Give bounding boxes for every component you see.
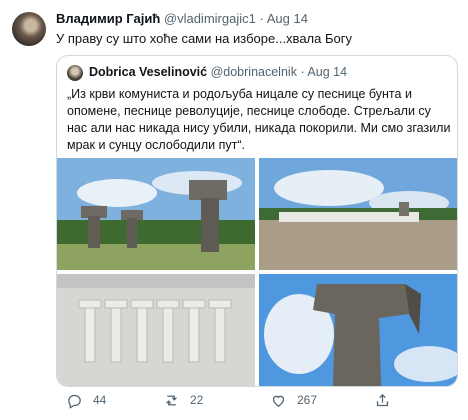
photo-monument-closeup[interactable] [259, 274, 457, 386]
tweet-header: Владимир Гајић @vladimirgajic1 · Aug 14 [56, 11, 308, 26]
like-icon [272, 395, 285, 407]
header-separator: · [259, 11, 264, 26]
tweet-text: У праву су што хоће сами на изборе...хва… [56, 31, 352, 46]
retweet-button[interactable]: 22 [163, 392, 203, 409]
reply-icon [68, 394, 81, 409]
tweet-date[interactable]: Aug 14 [267, 11, 308, 26]
like-button[interactable]: 267 [270, 392, 317, 409]
quoted-tweet[interactable]: Dobrica Veselinović @dobrinacelnik · Aug… [56, 55, 458, 387]
author-name[interactable]: Владимир Гајић [56, 11, 160, 26]
quoted-author-avatar [67, 65, 83, 81]
quoted-tweet-header: Dobrica Veselinović @dobrinacelnik · Aug… [89, 65, 347, 79]
like-count: 267 [297, 393, 318, 407]
quoted-author-handle: @dobrinacelnik [210, 65, 297, 79]
quoted-header-separator: · [300, 65, 305, 79]
quoted-tweet-text: „Из крви комуниста и родољуба ницале су … [67, 87, 451, 152]
photo-monuments-lawn[interactable] [57, 158, 255, 270]
share-icon [376, 393, 389, 406]
photo-relief-panel[interactable] [57, 274, 255, 386]
retweet-icon [166, 395, 177, 405]
reply-button[interactable]: 44 [66, 392, 106, 409]
photo-memorial-wall[interactable] [259, 158, 457, 270]
action-bar: 44 22 267 [56, 388, 456, 412]
share-button[interactable] [374, 392, 391, 409]
quoted-tweet-date: Aug 14 [307, 65, 348, 79]
author-handle[interactable]: @vladimirgajic1 [164, 11, 256, 26]
quoted-author-name: Dobrica Veselinović [89, 65, 208, 79]
media-grid [57, 158, 457, 386]
reply-count: 44 [93, 393, 107, 407]
author-avatar[interactable] [12, 12, 46, 46]
retweet-count: 22 [190, 393, 204, 407]
